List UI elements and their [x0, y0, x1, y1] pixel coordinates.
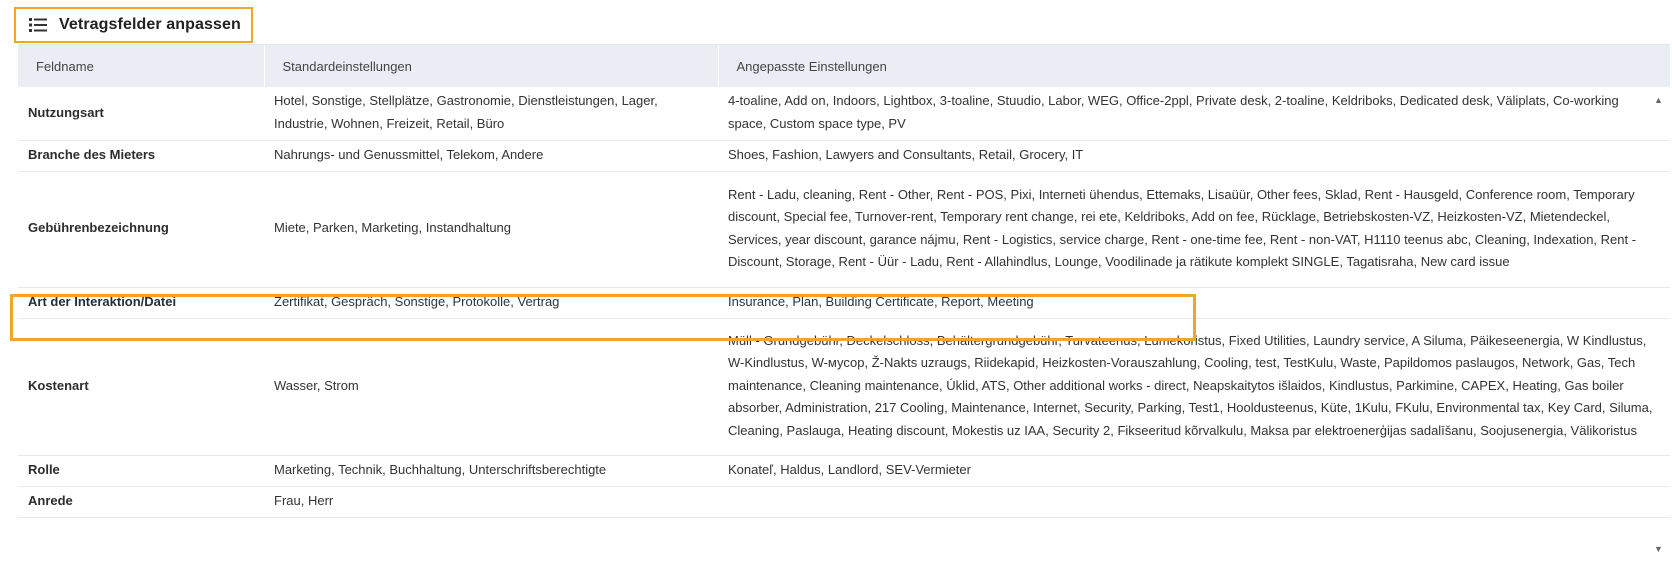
table-row[interactable]: Anrede Frau, Herr: [18, 486, 1670, 518]
column-header-feldname: Feldname: [18, 45, 265, 87]
table-header-row: Feldname Standardeinstellungen Angepasst…: [18, 45, 1671, 87]
standard-settings: Hotel, Sonstige, Stellplätze, Gastronomi…: [264, 87, 718, 141]
field-name: Nutzungsart: [18, 87, 264, 141]
table-row[interactable]: Gebührenbezeichnung Miete, Parken, Marke…: [18, 171, 1670, 288]
custom-settings: 4-toaline, Add on, Indoors, Lightbox, 3-…: [718, 87, 1670, 141]
standard-settings: Zertifikat, Gespräch, Sonstige, Protokol…: [264, 287, 718, 319]
table-row[interactable]: Nutzungsart Hotel, Sonstige, Stellplätze…: [18, 87, 1670, 141]
custom-settings: Shoes, Fashion, Lawyers and Consultants,…: [718, 140, 1670, 172]
custom-settings: Insurance, Plan, Building Certificate, R…: [718, 287, 1670, 319]
field-name: Anrede: [18, 486, 264, 518]
standard-settings: Wasser, Strom: [264, 318, 718, 456]
section-header: Vetragsfelder anpassen: [14, 7, 253, 43]
scroll-up-arrow-icon[interactable]: ▲: [1654, 95, 1663, 105]
custom-settings: Konateľ, Haldus, Landlord, SEV-Vermieter: [718, 455, 1670, 487]
field-name: Gebührenbezeichnung: [18, 171, 264, 288]
field-name: Rolle: [18, 455, 264, 487]
column-header-standard: Standardeinstellungen: [264, 45, 719, 87]
field-name: Art der Interaktion/Datei: [18, 287, 264, 319]
custom-settings: Rent - Ladu, cleaning, Rent - Other, Ren…: [718, 171, 1670, 288]
field-name: Kostenart: [18, 318, 264, 456]
settings-table: Feldname Standardeinstellungen Angepasst…: [18, 45, 1671, 518]
table-row[interactable]: Rolle Marketing, Technik, Buchhaltung, U…: [18, 455, 1670, 487]
standard-settings: Frau, Herr: [264, 486, 718, 518]
table-row[interactable]: Kostenart Wasser, Strom Müll - Grundgebü…: [18, 318, 1670, 456]
column-header-custom: Angepasste Einstellungen: [718, 45, 1671, 87]
custom-settings: [718, 486, 1670, 518]
standard-settings: Miete, Parken, Marketing, Instandhaltung: [264, 171, 718, 288]
page-title: Vetragsfelder anpassen: [59, 16, 241, 33]
scroll-down-arrow-icon[interactable]: ▼: [1654, 544, 1663, 554]
field-name: Branche des Mieters: [18, 140, 264, 172]
table-row[interactable]: Branche des Mieters Nahrungs- und Genuss…: [18, 140, 1670, 172]
standard-settings: Marketing, Technik, Buchhaltung, Untersc…: [264, 455, 718, 487]
table-row[interactable]: Art der Interaktion/Datei Zertifikat, Ge…: [18, 287, 1670, 319]
standard-settings: Nahrungs- und Genussmittel, Telekom, And…: [264, 140, 718, 172]
list-icon: [29, 17, 47, 33]
custom-settings: Müll - Grundgebühr, Deckelschloss, Behäl…: [718, 318, 1670, 456]
